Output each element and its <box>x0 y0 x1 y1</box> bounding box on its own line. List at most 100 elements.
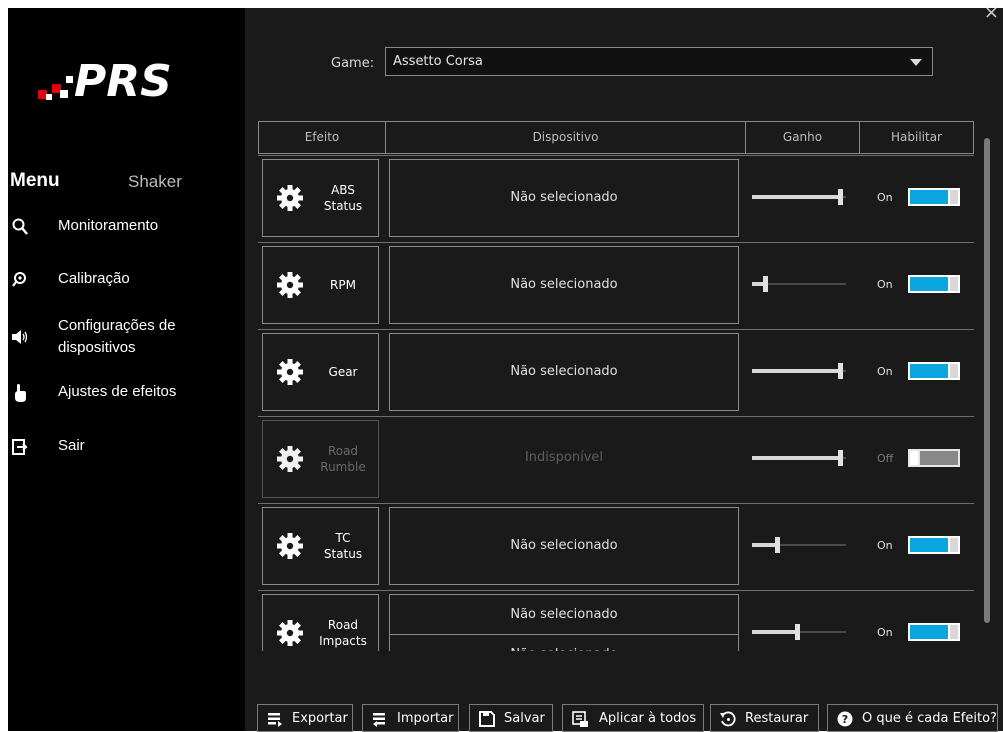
search-icon <box>12 218 28 235</box>
enable-toggle[interactable]: On <box>877 188 961 206</box>
game-label: Game: <box>331 56 375 71</box>
apply-all-icon <box>572 711 588 727</box>
table-row: ABS Status Não selecionado On <box>258 155 974 242</box>
nav-label: Monitoramento <box>58 217 159 234</box>
help-label: O que é cada Efeito? <box>862 711 997 726</box>
table-row: RPM Não selecionado On <box>258 242 974 329</box>
nav-item-sair[interactable]: Sair <box>8 435 245 467</box>
nav-item-ajustes-efeitos[interactable]: Ajustes de efeitos <box>8 381 245 413</box>
table-row: TC Status Não selecionado On <box>258 503 974 590</box>
nav-item-monitoramento[interactable]: Monitoramento <box>8 215 245 247</box>
game-select[interactable]: Assetto Corsa <box>385 47 933 76</box>
enable-toggle[interactable]: Off <box>877 449 961 467</box>
slider-thumb[interactable] <box>838 363 843 379</box>
device-select-button[interactable]: Não selecionado <box>389 246 739 324</box>
gear-icon <box>277 272 303 298</box>
restore-icon <box>720 711 736 727</box>
import-button[interactable]: Importar <box>362 704 459 732</box>
logo-text: PRS <box>74 56 172 107</box>
nav-label: Configurações de dispositivos <box>58 317 176 356</box>
toggle-label: On <box>877 539 893 552</box>
save-label: Salvar <box>504 711 545 726</box>
close-button[interactable]: × <box>984 2 999 23</box>
import-icon <box>373 713 385 727</box>
effect-name: Road Impacts <box>319 618 367 648</box>
save-icon <box>479 711 495 727</box>
enable-toggle[interactable]: On <box>877 275 961 293</box>
export-label: Exportar <box>292 711 348 726</box>
gear-icon <box>277 533 303 559</box>
gear-icon <box>277 359 303 385</box>
toggle-label: On <box>877 626 893 639</box>
effect-name: RPM <box>330 278 356 292</box>
nav-label: Ajustes de efeitos <box>58 383 177 400</box>
save-button[interactable]: Salvar <box>469 704 553 732</box>
gain-slider[interactable] <box>752 276 846 292</box>
vertical-scrollbar[interactable] <box>984 138 990 623</box>
prs-logo: PRS <box>30 50 240 110</box>
export-icon <box>268 713 282 727</box>
table-row: Gear Não selecionado On <box>258 329 974 416</box>
enable-toggle[interactable]: On <box>877 623 961 641</box>
slider-thumb[interactable] <box>838 189 843 205</box>
gain-slider[interactable] <box>752 189 846 205</box>
sidebar: PRS Menu Shaker Monitoramento Calibração… <box>8 8 245 731</box>
gain-slider[interactable] <box>752 624 846 640</box>
effect-settings-button[interactable]: TC Status <box>262 507 379 585</box>
toggle-label: On <box>877 278 893 291</box>
gear-icon <box>277 620 303 646</box>
menu-title: Menu <box>10 170 60 191</box>
question-icon: ? <box>837 711 853 727</box>
column-header-habilitar: Habilitar <box>859 121 974 154</box>
apply-all-label: Aplicar à todos <box>599 711 697 726</box>
nav-label: Calibração <box>58 270 130 287</box>
effect-settings-button[interactable]: Road Impacts <box>262 594 379 651</box>
column-header-efeito: Efeito <box>258 121 386 154</box>
toggle-label: On <box>877 365 893 378</box>
slider-thumb[interactable] <box>763 276 768 292</box>
import-label: Importar <box>397 711 454 726</box>
device-select-button: Indisponível <box>524 450 604 465</box>
restore-button[interactable]: Restaurar <box>710 704 819 732</box>
device-select-button-2[interactable]: Não selecionado <box>389 634 739 651</box>
main-panel: × Game: Assetto Corsa Efeito Dispositivo… <box>245 2 1003 732</box>
gear-icon <box>277 185 303 211</box>
gain-slider[interactable] <box>752 363 846 379</box>
table-row: Road Impacts Não selecionadoNão seleciona… <box>258 590 974 651</box>
slider-thumb[interactable] <box>775 537 780 553</box>
gain-slider[interactable] <box>752 537 846 553</box>
toggle-label: On <box>877 191 893 204</box>
logo-graphic: PRS <box>38 56 172 107</box>
effect-settings-button[interactable]: RPM <box>262 246 379 324</box>
hand-pointer-icon <box>15 384 26 402</box>
export-button[interactable]: Exportar <box>257 704 353 732</box>
column-header-dispositivo: Dispositivo <box>385 121 746 154</box>
effect-settings-button[interactable]: ABS Status <box>262 159 379 237</box>
device-select-button[interactable]: Não selecionado <box>389 159 739 237</box>
table-row: Road Rumble Indisponível Off <box>258 416 974 503</box>
gain-slider[interactable] <box>752 450 846 466</box>
effect-name: Road Rumble <box>320 444 366 474</box>
effects-table: Efeito Dispositivo Ganho Habilitar ABS S… <box>258 121 974 651</box>
device-select-button[interactable]: Não selecionado <box>389 507 739 585</box>
apply-all-button[interactable]: Aplicar à todos <box>562 704 704 732</box>
gear-icon <box>277 446 303 472</box>
effect-settings-button[interactable]: Road Rumble <box>262 420 379 498</box>
menu-subtitle: Shaker <box>128 172 182 191</box>
speaker-icon <box>12 330 28 344</box>
enable-toggle[interactable]: On <box>877 536 961 554</box>
effect-settings-button[interactable]: Gear <box>262 333 379 411</box>
exit-icon <box>12 439 28 455</box>
nav-item-calibracao[interactable]: Calibração <box>8 268 245 300</box>
effect-name: Gear <box>328 365 358 379</box>
enable-toggle[interactable]: On <box>877 362 961 380</box>
nav-item-configuracoes-dispositivos[interactable]: Configurações de dispositivos <box>8 315 245 363</box>
slider-thumb[interactable] <box>795 624 800 640</box>
slider-thumb[interactable] <box>838 450 843 466</box>
help-button[interactable]: ? O que é cada Efeito? <box>827 704 998 732</box>
calibration-icon <box>12 272 26 287</box>
restore-label: Restaurar <box>745 711 809 726</box>
device-select-button[interactable]: Não selecionado <box>389 594 739 635</box>
device-select-button[interactable]: Não selecionado <box>389 333 739 411</box>
game-select-value: Assetto Corsa <box>393 54 483 69</box>
